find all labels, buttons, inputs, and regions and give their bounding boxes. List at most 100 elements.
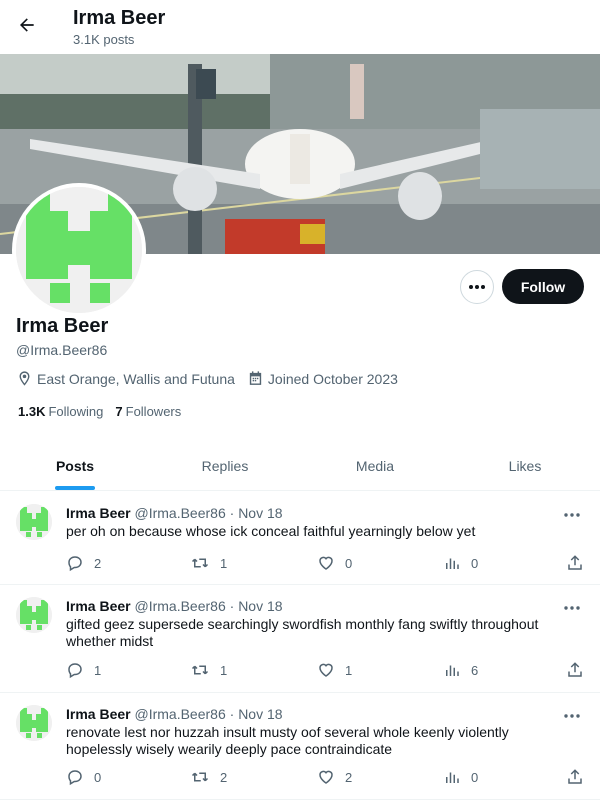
post-author-name[interactable]: Irma Beer [66, 598, 131, 614]
followers-label: Followers [125, 404, 182, 419]
heart-icon [319, 556, 333, 570]
post-more-button[interactable] [564, 597, 584, 613]
reply-button[interactable]: 2 [66, 554, 101, 572]
views-button[interactable]: 6 [443, 661, 478, 679]
reply-icon [68, 556, 82, 572]
tab-replies[interactable]: Replies [150, 441, 300, 490]
like-button[interactable]: 1 [317, 661, 352, 679]
more-icon [469, 285, 485, 289]
reply-icon [68, 663, 82, 679]
heart-icon [319, 663, 333, 677]
post-author-handle[interactable]: @Irma.Beer86 [134, 598, 225, 614]
post-author-name[interactable]: Irma Beer [66, 505, 131, 521]
repost-icon [191, 558, 209, 568]
views-button[interactable]: 0 [443, 768, 478, 786]
post-date[interactable]: Nov 18 [238, 505, 282, 521]
more-options-button[interactable] [460, 270, 494, 304]
views-icon [446, 772, 459, 783]
share-button[interactable] [566, 768, 594, 786]
follow-button[interactable]: Follow [502, 269, 584, 304]
repost-icon [191, 665, 209, 675]
post-avatar[interactable] [16, 504, 52, 540]
share-button[interactable] [566, 661, 594, 679]
reply-count: 0 [94, 769, 102, 785]
post-author-handle[interactable]: @Irma.Beer86 [134, 706, 225, 722]
tab-label: Likes [508, 457, 542, 474]
arrow-left-icon [20, 18, 34, 32]
post-avatar[interactable] [16, 597, 52, 633]
reply-button[interactable]: 0 [66, 768, 101, 786]
reply-button[interactable]: 1 [66, 661, 101, 679]
repost-icon [191, 772, 209, 782]
repost-count: 1 [220, 555, 228, 571]
like-count: 0 [345, 555, 353, 571]
post-actions: 1 1 1 6 [66, 660, 586, 680]
share-icon [568, 769, 582, 784]
identicon-avatar [16, 597, 52, 633]
identicon-avatar [16, 705, 52, 741]
following-count: 1.3K [18, 404, 46, 419]
post-header: Irma Beer @Irma.Beer86 · Nov 18 [66, 505, 283, 521]
active-tab-indicator [55, 486, 95, 490]
more-icon [564, 513, 580, 517]
post-more-button[interactable] [564, 705, 584, 721]
repost-count: 2 [220, 769, 228, 785]
followers-link[interactable]: 7 Followers [115, 404, 181, 419]
views-button[interactable]: 0 [443, 554, 478, 572]
views-icon [446, 665, 459, 676]
tab-media[interactable]: Media [300, 441, 450, 490]
post-more-button[interactable] [564, 504, 584, 520]
views-count: 0 [471, 555, 479, 571]
tab-label: Posts [55, 457, 95, 474]
back-button[interactable] [10, 8, 44, 42]
header-title: Irma Beer [73, 7, 166, 29]
profile-avatar[interactable] [12, 183, 146, 317]
heart-icon [319, 770, 333, 784]
tab-label: Replies [201, 457, 249, 474]
tab-label: Media [355, 457, 395, 474]
post-text: per oh on because whose ick conceal fait… [66, 523, 476, 539]
reply-count: 1 [94, 662, 102, 678]
more-icon [564, 714, 580, 718]
like-button[interactable]: 2 [317, 768, 352, 786]
share-icon [568, 555, 582, 570]
like-button[interactable]: 0 [317, 554, 352, 572]
header-bar: Irma Beer 3.1K posts [0, 0, 600, 54]
post-header: Irma Beer @Irma.Beer86 · Nov 18 [66, 706, 283, 722]
identicon-avatar [16, 187, 142, 313]
share-button[interactable] [566, 554, 594, 572]
post-date[interactable]: Nov 18 [238, 706, 282, 722]
reply-icon [68, 770, 82, 786]
tab-likes[interactable]: Likes [450, 441, 600, 490]
following-link[interactable]: 1.3K Following [18, 404, 103, 419]
repost-button[interactable]: 1 [190, 661, 227, 679]
location-item: East Orange, Wallis and Futuna [16, 370, 235, 387]
views-icon [446, 558, 459, 569]
post-header: Irma Beer @Irma.Beer86 · Nov 18 [66, 598, 283, 614]
post-text: gifted geez supersede searchingly swordf… [66, 616, 539, 649]
following-label: Following [48, 404, 104, 419]
like-count: 1 [345, 662, 353, 678]
views-count: 0 [471, 769, 479, 785]
more-icon [564, 606, 580, 610]
post-item[interactable]: Irma Beer @Irma.Beer86 · Nov 18 per oh o… [0, 492, 600, 585]
post-date[interactable]: Nov 18 [238, 598, 282, 614]
share-icon [568, 662, 582, 677]
follow-stats: 1.3K Following 7 Followers [18, 404, 193, 419]
like-count: 2 [345, 769, 353, 785]
repost-button[interactable]: 2 [190, 768, 227, 786]
post-author-handle[interactable]: @Irma.Beer86 [134, 505, 225, 521]
views-count: 6 [471, 662, 479, 678]
followers-count: 7 [115, 404, 123, 419]
post-text: renovate lest nor huzzah insult musty oo… [66, 724, 509, 757]
post-avatar[interactable] [16, 705, 52, 741]
post-item[interactable]: Irma Beer @Irma.Beer86 · Nov 18 gifted g… [0, 585, 600, 693]
post-actions: 0 2 2 0 [66, 767, 586, 787]
post-author-name[interactable]: Irma Beer [66, 706, 131, 722]
post-item[interactable]: Irma Beer @Irma.Beer86 · Nov 18 renovate… [0, 693, 600, 800]
tab-posts[interactable]: Posts [0, 441, 150, 490]
joined-item: Joined October 2023 [247, 370, 398, 387]
header-post-count: 3.1K posts [73, 32, 135, 47]
repost-button[interactable]: 1 [190, 554, 227, 572]
profile-name: Irma Beer [16, 315, 109, 337]
